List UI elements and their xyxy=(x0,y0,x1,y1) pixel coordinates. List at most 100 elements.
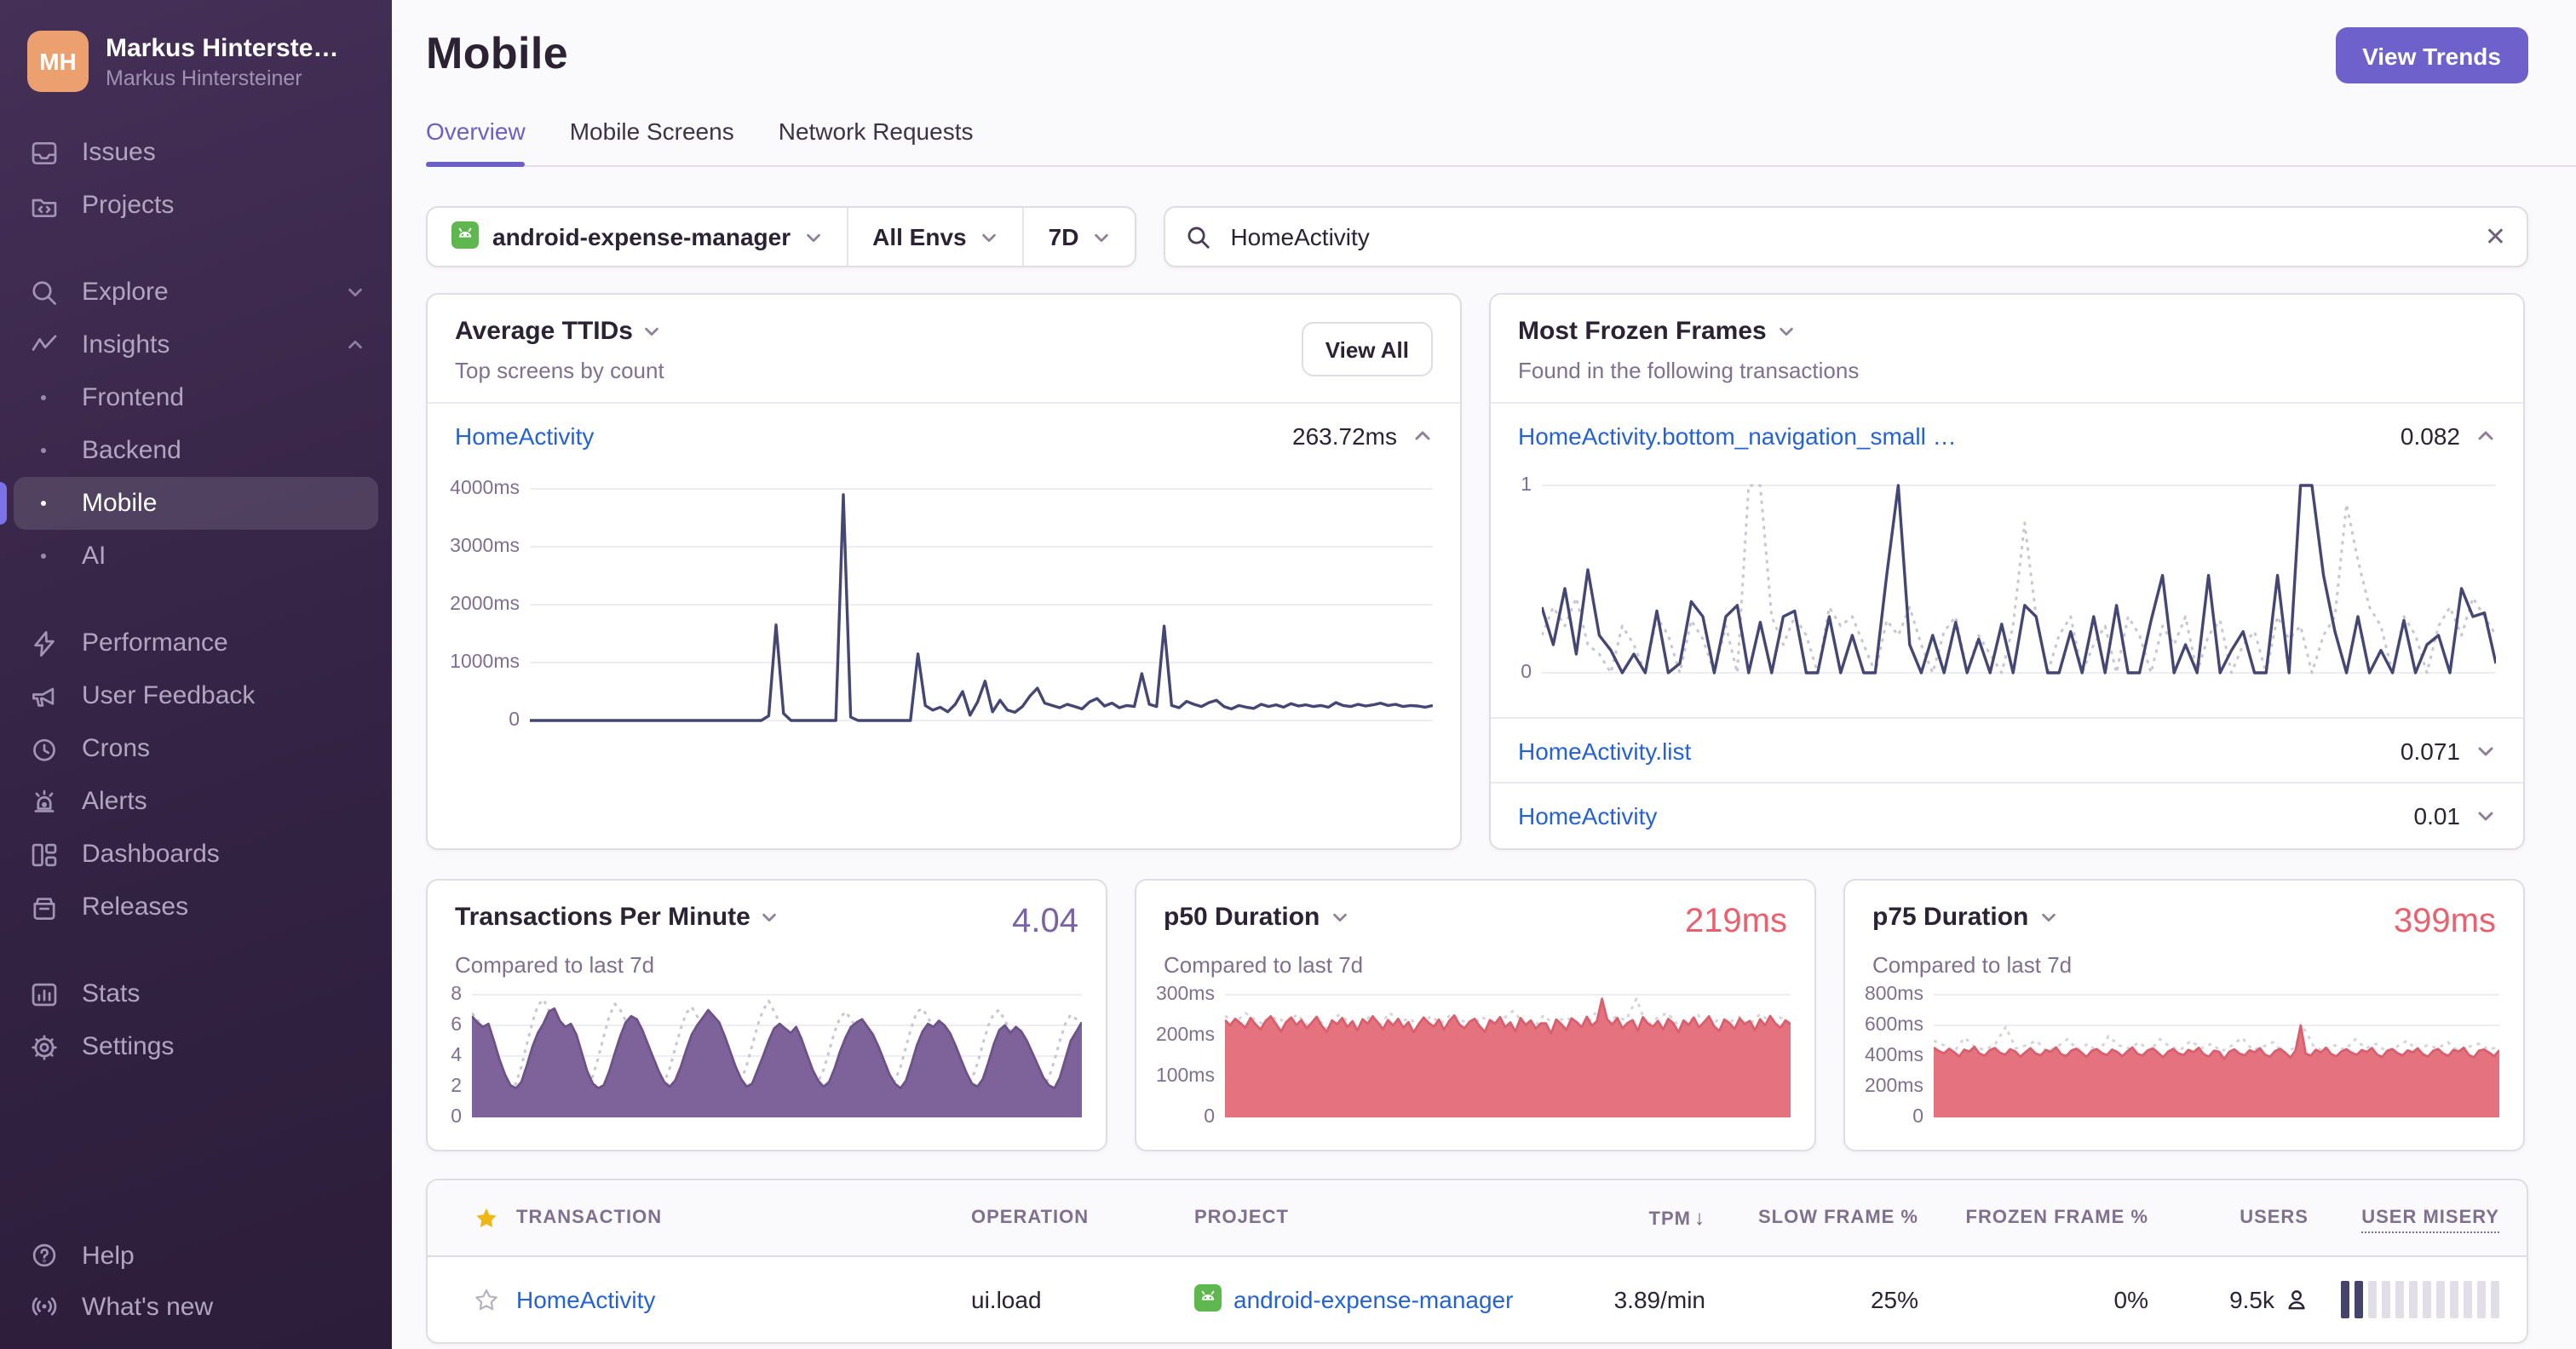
chevron-up-icon[interactable] xyxy=(1412,426,1433,446)
chevron-down-icon[interactable] xyxy=(2475,740,2496,761)
clear-search-icon[interactable]: ✕ xyxy=(2485,224,2506,250)
avatar: MH xyxy=(27,31,89,92)
p50-chart: 300ms 200ms 100ms 0 xyxy=(1143,984,1791,1128)
sidebar-item-settings[interactable]: Settings xyxy=(14,1020,378,1073)
crons-icon xyxy=(27,732,60,765)
tpm-subtitle: Compared to last 7d xyxy=(455,952,655,978)
project-link[interactable]: android-expense-manager xyxy=(1233,1286,1513,1313)
axis-tick-label: 0 xyxy=(1521,662,1532,683)
column-header-slow-frame[interactable]: SLOW FRAME % xyxy=(1705,1208,1918,1228)
column-header-transaction[interactable]: TRANSACTION xyxy=(516,1208,971,1228)
axis-tick-label: 100ms xyxy=(1155,1066,1215,1087)
alerts-icon xyxy=(27,785,60,818)
column-header-tpm[interactable]: TPM ↓ xyxy=(1586,1206,1705,1230)
sidebar-item-projects[interactable]: Projects xyxy=(14,179,378,232)
sidebar-item-releases[interactable]: Releases xyxy=(14,881,378,933)
sidebar-footer: Help What's new xyxy=(0,1230,392,1349)
transaction-link[interactable]: HomeActivity xyxy=(1518,802,1657,829)
sidebar-item-help[interactable]: Help xyxy=(14,1230,378,1281)
sidebar-item-label: Explore xyxy=(82,278,169,307)
frozen-frames-title[interactable]: Most Frozen Frames xyxy=(1518,317,1859,346)
sidebar-item-explore[interactable]: Explore xyxy=(14,266,378,319)
favorite-star-icon[interactable] xyxy=(473,1205,498,1231)
sidebar-nav: Issues Projects Explore Insights Frontend Bac… xyxy=(0,102,392,1230)
tab-mobile-screens[interactable]: Mobile Screens xyxy=(570,118,734,167)
sidebar-section: Explore Insights Frontend Backend Mobile AI xyxy=(0,266,378,583)
average-ttids-subtitle: Top screens by count xyxy=(455,358,664,383)
view-all-button[interactable]: View All xyxy=(1301,322,1433,376)
project-filter-label: android-expense-manager xyxy=(492,223,791,250)
org-name: Markus Hintersteiner xyxy=(106,33,344,62)
column-header-users[interactable]: USERS xyxy=(2148,1208,2309,1228)
p50-title[interactable]: p50 Duration xyxy=(1164,903,1348,932)
org-switcher[interactable]: MH Markus Hintersteiner Markus Hinterste… xyxy=(0,0,392,102)
tpm-title[interactable]: Transactions Per Minute xyxy=(455,903,779,932)
environment-filter[interactable]: All Envs xyxy=(847,208,1023,266)
android-platform-icon xyxy=(1194,1283,1222,1316)
sidebar-item-dashboards[interactable]: Dashboards xyxy=(14,828,378,881)
sidebar-item-ai[interactable]: AI xyxy=(14,530,378,583)
chevron-down-icon xyxy=(980,227,999,246)
axis-tick-label: 800ms xyxy=(1864,984,1923,1005)
sidebar-item-user-feedback[interactable]: User Feedback xyxy=(14,669,378,722)
search-box: ✕ xyxy=(1164,206,2528,267)
transaction-link[interactable]: HomeActivity xyxy=(516,1286,655,1313)
frozen-frame-cell: 0% xyxy=(2113,1286,2148,1313)
sidebar-item-crons[interactable]: Crons xyxy=(14,722,378,775)
chevron-down-icon[interactable] xyxy=(2475,806,2496,826)
most-frozen-frames-card: Most Frozen Frames Found in the followin… xyxy=(1489,293,2525,850)
ttid-chart: 4000ms 3000ms 2000ms 1000ms 0 xyxy=(448,475,1433,836)
search-input[interactable] xyxy=(1227,221,2470,252)
transactions-table: TRANSACTION OPERATION PROJECT TPM ↓ SLOW … xyxy=(426,1179,2528,1344)
misery-bar xyxy=(2450,1281,2458,1318)
column-header-frozen-frame[interactable]: FROZEN FRAME % xyxy=(1918,1208,2148,1228)
chevron-down-icon xyxy=(1330,908,1348,927)
sidebar-item-frontend[interactable]: Frontend xyxy=(14,371,378,424)
p75-chart: 800ms 600ms 400ms 200ms 0 xyxy=(1852,984,2499,1128)
sidebar-item-mobile[interactable]: Mobile xyxy=(0,477,378,530)
main-content: Mobile View Trends Overview Mobile Screen… xyxy=(392,0,2576,1349)
chevron-down-icon xyxy=(2038,908,2057,927)
column-header-operation[interactable]: OPERATION xyxy=(971,1208,1194,1228)
transaction-link[interactable]: HomeActivity.list xyxy=(1518,737,1691,764)
sidebar-item-backend[interactable]: Backend xyxy=(14,424,378,477)
stats-icon xyxy=(27,978,60,1010)
column-header-project[interactable]: PROJECT xyxy=(1194,1208,1586,1228)
p75-title[interactable]: p75 Duration xyxy=(1872,903,2057,932)
chart-canvas xyxy=(530,488,1433,722)
sidebar-item-label: Crons xyxy=(82,734,151,763)
sort-descending-icon: ↓ xyxy=(1694,1206,1705,1230)
average-ttids-title[interactable]: Average TTIDs xyxy=(455,317,664,346)
chevron-up-icon xyxy=(346,336,365,354)
transaction-link[interactable]: HomeActivity.bottom_navigation_small … xyxy=(1518,422,1957,450)
sidebar-item-stats[interactable]: Stats xyxy=(14,967,378,1020)
sidebar-item-insights[interactable]: Insights xyxy=(14,319,378,371)
chevron-up-icon[interactable] xyxy=(2475,426,2496,446)
misery-bar xyxy=(2436,1281,2445,1318)
sidebar-item-issues[interactable]: Issues xyxy=(14,126,378,179)
sidebar-item-label: Frontend xyxy=(82,383,185,412)
bullet-icon xyxy=(27,553,60,560)
table-row: HomeActivity ui.load android-expense-man… xyxy=(428,1257,2527,1342)
tab-overview[interactable]: Overview xyxy=(426,118,526,167)
favorite-star-icon[interactable] xyxy=(473,1289,498,1314)
project-filter[interactable]: android-expense-manager xyxy=(428,208,847,266)
date-range-filter[interactable]: 7D xyxy=(1022,208,1136,266)
frozen-row: HomeActivity.list 0.071 xyxy=(1491,716,2523,783)
frozen-row: HomeActivity 0.01 xyxy=(1491,782,2523,848)
sidebar-item-performance[interactable]: Performance xyxy=(14,617,378,669)
sidebar-item-what-s-new[interactable]: What's new xyxy=(14,1281,378,1332)
chart-canvas xyxy=(1934,994,2499,1118)
app-root: MH Markus Hintersteiner Markus Hinterste… xyxy=(0,0,2576,1349)
chevron-down-icon xyxy=(761,908,779,927)
misery-bar xyxy=(2464,1281,2472,1318)
sidebar-item-alerts[interactable]: Alerts xyxy=(14,775,378,828)
transaction-link[interactable]: HomeActivity xyxy=(455,422,594,450)
view-trends-button[interactable]: View Trends xyxy=(2335,27,2528,83)
chart-canvas xyxy=(1542,483,2496,674)
tab-network-requests[interactable]: Network Requests xyxy=(779,118,974,167)
column-header-user-misery[interactable]: USER MISERY xyxy=(2309,1208,2499,1233)
top-cards-row: Average TTIDs Top screens by count View … xyxy=(426,293,2528,850)
misery-bar xyxy=(2382,1281,2390,1318)
misery-bar xyxy=(2368,1281,2377,1318)
